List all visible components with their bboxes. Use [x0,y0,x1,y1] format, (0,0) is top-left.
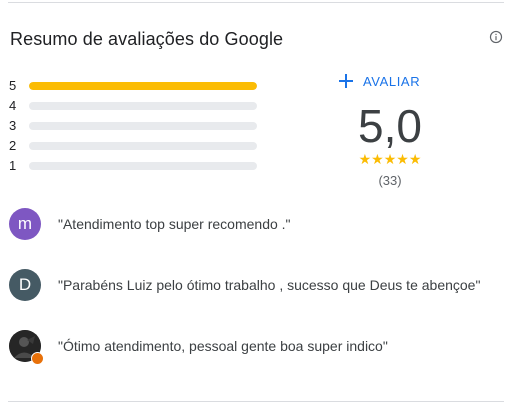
review-item[interactable]: D "Parabéns Luiz pelo ótimo trabalho , s… [9,269,480,301]
rating-row-2: 2 [9,136,259,156]
local-guide-badge-icon [31,352,44,365]
rating-bar-track [29,142,257,150]
rating-row-label: 3 [9,118,17,133]
star-rating: ★★★★★ [358,151,422,167]
page-title: Resumo de avaliações do Google [10,29,284,49]
review-text: "Parabéns Luiz pelo ótimo trabalho , suc… [58,277,481,293]
rating-row-5: 5 [9,76,259,96]
bottom-divider [8,401,504,402]
review-text: "Atendimento top super recomendo ." [58,216,291,232]
plus-icon [339,74,353,88]
rating-bar-track [29,82,257,90]
write-review-button[interactable]: AVALIAR [339,70,420,92]
avatar-letter: m [17,214,33,233]
avatar: m [9,208,41,240]
rating-distribution: 5 4 3 2 1 [9,76,259,176]
rating-row-label: 4 [9,98,17,113]
rating-row-4: 4 [9,96,259,116]
review-item[interactable]: "Ótimo atendimento, pessoal gente boa su… [9,330,388,365]
top-divider [8,2,504,3]
write-review-label: AVALIAR [363,73,421,89]
review-text: "Ótimo atendimento, pessoal gente boa su… [58,338,388,354]
rating-bar-track [29,122,257,130]
rating-bar-track [29,102,257,110]
rating-row-1: 1 [9,156,259,176]
rating-bar-fill [29,82,257,90]
rating-bar-track [29,162,257,170]
rating-row-label: 2 [9,138,17,153]
review-count[interactable]: (33) [330,173,450,189]
rating-row-3: 3 [9,116,259,136]
review-item[interactable]: m "Atendimento top super recomendo ." [9,208,291,240]
rating-row-label: 5 [9,78,17,93]
average-score: 5,0 [358,100,422,152]
avatar-letter: D [18,275,32,294]
avatar: D [9,269,41,301]
avatar [9,330,44,365]
rating-row-label: 1 [9,158,17,173]
info-icon[interactable] [489,30,503,44]
